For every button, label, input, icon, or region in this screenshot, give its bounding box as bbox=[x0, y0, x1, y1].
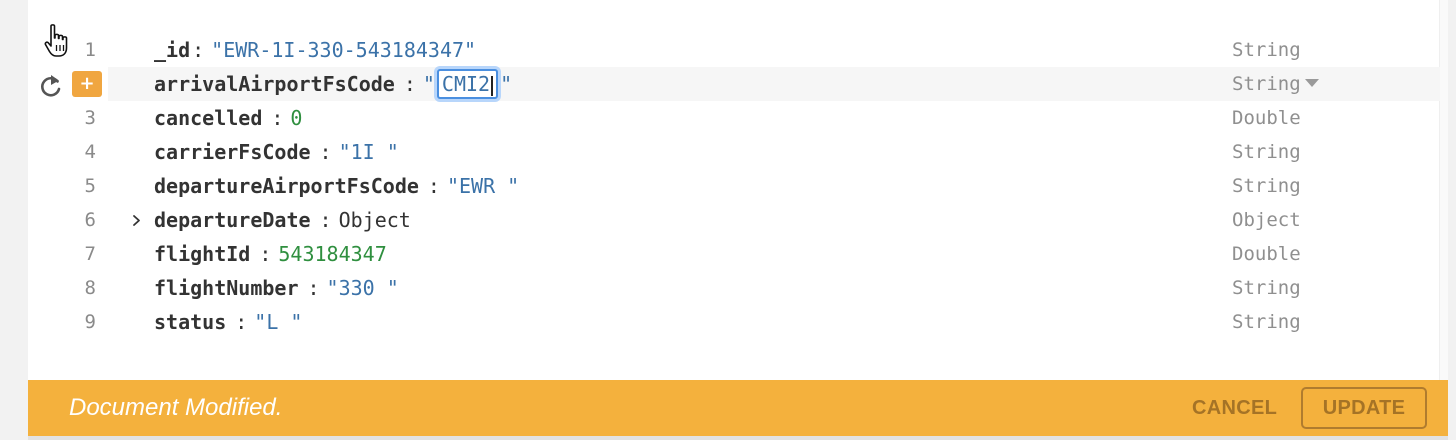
document-editor-panel: 1 _id : "EWR-1I-330-543184347" String + … bbox=[28, 0, 1448, 440]
cancel-button[interactable]: CANCEL bbox=[1192, 390, 1277, 426]
field-type[interactable]: String bbox=[1232, 271, 1301, 305]
field-content: cancelled : 0 bbox=[154, 101, 302, 135]
vertical-scrollbar[interactable] bbox=[1439, 0, 1448, 380]
field-type[interactable]: String bbox=[1232, 135, 1301, 169]
field-key[interactable]: departureDate bbox=[154, 203, 311, 237]
field-row-status[interactable]: 9 status : "L " String bbox=[28, 305, 1440, 339]
field-key[interactable]: departureAirportFsCode bbox=[154, 169, 419, 203]
caret-down-icon bbox=[1304, 78, 1319, 87]
value-open-quote: " bbox=[422, 72, 435, 96]
field-value[interactable]: "330 " bbox=[327, 271, 399, 305]
field-content: carrierFsCode : "1I " bbox=[154, 135, 399, 169]
field-content: flightId : 543184347 bbox=[154, 237, 387, 271]
field-colon: : bbox=[403, 72, 416, 96]
field-content: departureAirportFsCode : "EWR " bbox=[154, 169, 519, 203]
document-fields: 1 _id : "EWR-1I-330-543184347" String + … bbox=[28, 33, 1440, 339]
field-key[interactable]: cancelled bbox=[154, 101, 262, 135]
field-value-text: CMI2 bbox=[441, 72, 491, 96]
field-row-carrier[interactable]: 4 carrierFsCode : "1I " String bbox=[28, 135, 1440, 169]
field-content: status : "L " bbox=[154, 305, 302, 339]
field-colon: : bbox=[271, 106, 284, 130]
field-row-departure-date[interactable]: 6 departureDate : Object Object bbox=[28, 203, 1440, 237]
field-value[interactable]: "1I " bbox=[339, 135, 399, 169]
field-content: flightNumber : "330 " bbox=[154, 271, 399, 305]
line-number: 7 bbox=[84, 243, 96, 265]
field-row-flight-id[interactable]: 7 flightId : 543184347 Double bbox=[28, 237, 1440, 271]
text-cursor bbox=[491, 75, 494, 96]
field-value[interactable]: "EWR-1I-330-543184347" bbox=[211, 33, 476, 67]
chevron-right-icon[interactable] bbox=[130, 203, 144, 237]
field-colon: : bbox=[319, 208, 332, 232]
field-colon: : bbox=[307, 276, 320, 300]
line-number: 9 bbox=[84, 311, 96, 333]
field-row-departure-airport[interactable]: 5 departureAirportFsCode : "EWR " String bbox=[28, 169, 1440, 203]
panel-shadow bbox=[28, 436, 1448, 440]
modified-status-bar: Document Modified. CANCEL UPDATE bbox=[28, 380, 1448, 436]
field-key[interactable]: flightNumber bbox=[154, 271, 299, 305]
field-value[interactable]: Object bbox=[339, 203, 411, 237]
field-type[interactable]: String bbox=[1232, 305, 1301, 339]
field-value[interactable]: 543184347 bbox=[278, 237, 386, 271]
field-colon: : bbox=[319, 140, 332, 164]
field-row-id[interactable]: 1 _id : "EWR-1I-330-543184347" String bbox=[28, 33, 1440, 67]
field-key[interactable]: status bbox=[154, 305, 226, 339]
line-number: 6 bbox=[84, 209, 96, 231]
line-number: 3 bbox=[84, 107, 96, 129]
field-type[interactable]: Double bbox=[1232, 101, 1301, 135]
field-type: String bbox=[1232, 73, 1301, 95]
field-type[interactable]: Object bbox=[1232, 203, 1301, 237]
field-type[interactable]: String bbox=[1232, 33, 1301, 67]
field-type-dropdown[interactable]: String bbox=[1232, 67, 1319, 101]
line-number: 5 bbox=[84, 175, 96, 197]
status-message: Document Modified. bbox=[69, 394, 283, 421]
add-field-button[interactable]: + bbox=[72, 71, 102, 97]
field-colon: : bbox=[259, 242, 272, 266]
field-key[interactable]: arrivalAirportFsCode bbox=[154, 67, 395, 101]
field-value[interactable]: "L " bbox=[254, 305, 302, 339]
field-type[interactable]: Double bbox=[1232, 237, 1301, 271]
field-content: departureDate : Object bbox=[154, 203, 411, 237]
field-colon: : bbox=[235, 310, 248, 334]
field-value[interactable]: 0 bbox=[290, 101, 302, 135]
field-key[interactable]: flightId bbox=[154, 237, 250, 271]
update-button[interactable]: UPDATE bbox=[1301, 387, 1427, 429]
value-close-quote: " bbox=[500, 72, 513, 96]
revert-icon[interactable] bbox=[38, 72, 64, 100]
field-colon: : bbox=[427, 174, 440, 198]
field-content: arrivalAirportFsCode : " CMI2 " bbox=[154, 67, 512, 101]
field-type[interactable]: String bbox=[1232, 169, 1301, 203]
line-number: 8 bbox=[84, 277, 96, 299]
field-row-arrival-airport[interactable]: + arrivalAirportFsCode : " CMI2 " String bbox=[28, 67, 1440, 101]
field-key[interactable]: carrierFsCode bbox=[154, 135, 311, 169]
field-value-input[interactable]: CMI2 bbox=[436, 69, 499, 99]
field-colon: : bbox=[192, 38, 205, 62]
field-row-flight-number[interactable]: 8 flightNumber : "330 " String bbox=[28, 271, 1440, 305]
field-value[interactable]: "EWR " bbox=[447, 169, 519, 203]
field-key[interactable]: _id bbox=[154, 33, 190, 67]
field-content: _id : "EWR-1I-330-543184347" bbox=[154, 33, 476, 67]
line-number: 4 bbox=[84, 141, 96, 163]
field-row-cancelled[interactable]: 3 cancelled : 0 Double bbox=[28, 101, 1440, 135]
hand-pointer-icon bbox=[44, 24, 68, 57]
